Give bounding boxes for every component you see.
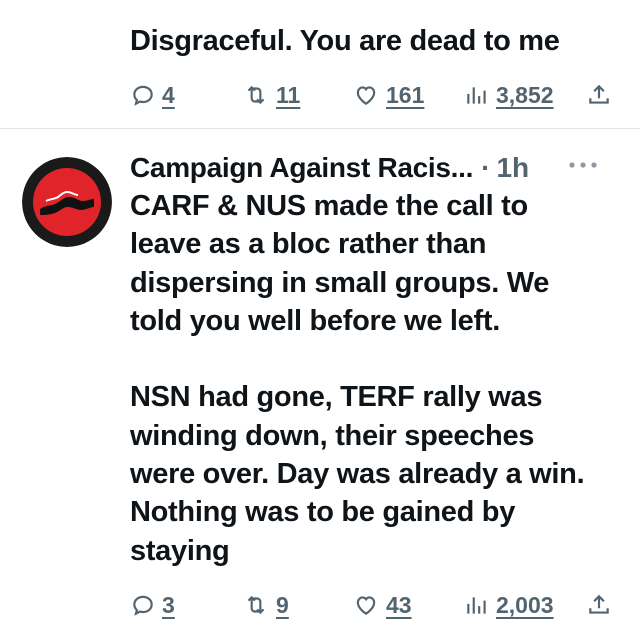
tweet-actions: 4 11 161 3,852: [130, 75, 620, 115]
speech-bubble-icon: [133, 85, 153, 106]
like-count: 43: [386, 591, 412, 618]
like-button[interactable]: 43: [352, 585, 412, 625]
like-button[interactable]: 161: [352, 75, 424, 115]
bar-chart-icon: [467, 597, 486, 614]
repost-button[interactable]: 11: [242, 75, 300, 115]
share-button[interactable]: [586, 75, 612, 115]
share-upload-icon: [589, 84, 609, 104]
tweet-1[interactable]: Disgraceful. You are dead to me 4 11 161…: [0, 0, 640, 128]
repost-count: 9: [276, 591, 289, 618]
speech-bubble-icon: [133, 595, 153, 616]
heart-icon: [356, 596, 376, 615]
reply-count: 3: [162, 591, 175, 618]
repost-arrows-icon: [247, 85, 265, 105]
reply-count: 4: [162, 81, 175, 108]
repost-arrows-icon: [247, 595, 265, 615]
repost-count: 11: [276, 81, 301, 108]
views-button[interactable]: 2,003: [464, 585, 554, 625]
carf-logo: [22, 157, 112, 247]
reply-button[interactable]: 3: [130, 585, 175, 625]
views-count: 3,852: [496, 81, 554, 108]
separator-dot: ·: [481, 152, 491, 183]
timestamp[interactable]: 1h: [496, 152, 529, 184]
avatar[interactable]: [22, 157, 112, 247]
tweet-actions: 3 9 43 2,003: [130, 585, 620, 625]
views-button[interactable]: 3,852: [464, 75, 554, 115]
more-horizontal-icon: [569, 162, 597, 168]
bar-chart-icon: [467, 87, 486, 104]
more-button[interactable]: [566, 150, 600, 180]
like-count: 161: [386, 81, 425, 108]
tweet-text: CARF & NUS made the call to leave as a b…: [130, 190, 585, 567]
heart-icon: [356, 86, 376, 105]
tweet-header: Campaign Against Racis... · 1h: [130, 148, 620, 188]
views-count: 2,003: [496, 591, 554, 618]
repost-button[interactable]: 9: [242, 585, 289, 625]
share-upload-icon: [589, 594, 609, 614]
reply-button[interactable]: 4: [130, 75, 175, 115]
share-button[interactable]: [586, 585, 612, 625]
tweet-text: Disgraceful. You are dead to me: [130, 25, 560, 57]
author-name[interactable]: Campaign Against Racis...: [130, 152, 473, 184]
